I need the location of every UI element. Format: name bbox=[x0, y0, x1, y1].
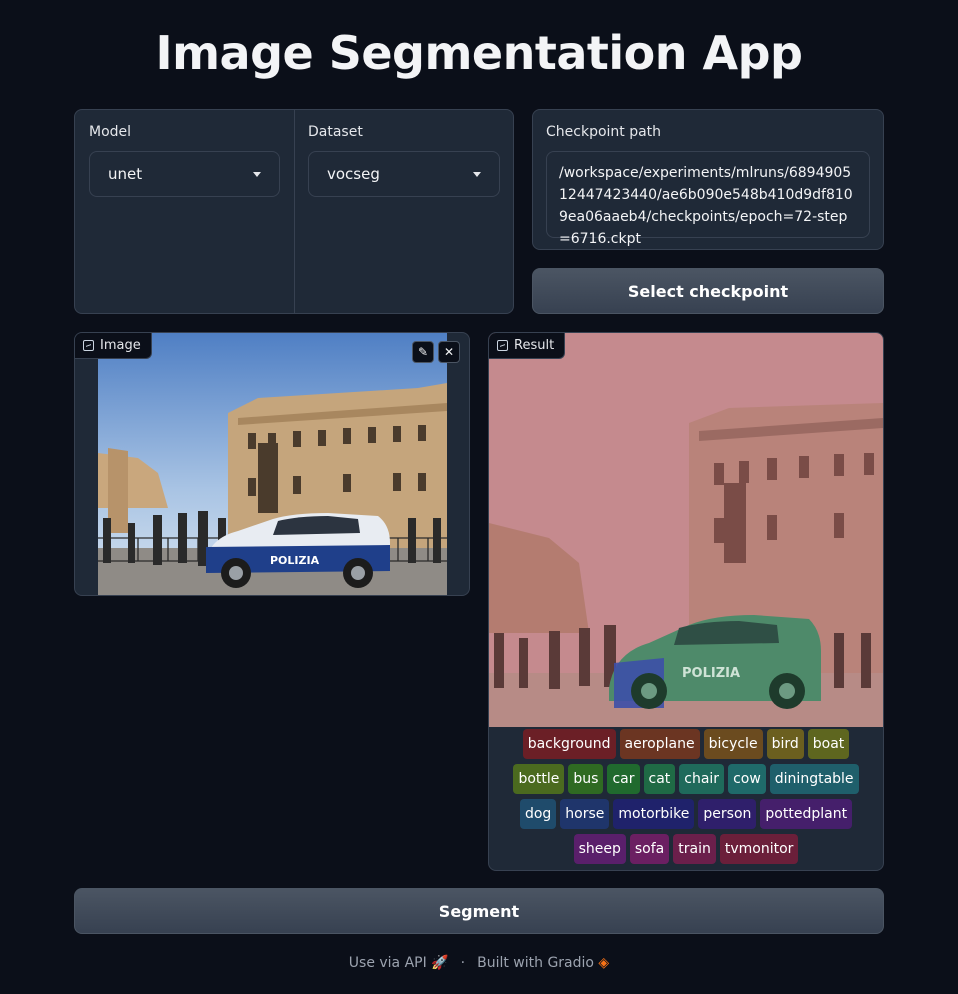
class-chip-motorbike[interactable]: motorbike bbox=[613, 799, 695, 829]
class-chip-background[interactable]: background bbox=[522, 729, 616, 759]
svg-text:POLIZIA: POLIZIA bbox=[682, 666, 740, 681]
chevron-down-icon bbox=[253, 171, 261, 177]
class-chip-car[interactable]: car bbox=[607, 764, 640, 794]
page-title: Image Segmentation App bbox=[155, 26, 803, 80]
image-tag-label: Image bbox=[100, 338, 141, 353]
dataset-label: Dataset bbox=[308, 124, 363, 140]
class-chip-bottle[interactable]: bottle bbox=[513, 764, 565, 794]
class-chip-boat[interactable]: boat bbox=[807, 729, 850, 759]
pencil-icon[interactable]: ✎ bbox=[412, 341, 434, 363]
class-chip-cat[interactable]: cat bbox=[643, 764, 676, 794]
chevron-down-icon bbox=[473, 171, 481, 177]
class-chip-aeroplane[interactable]: aeroplane bbox=[619, 729, 700, 759]
class-chip-dog[interactable]: dog bbox=[519, 799, 557, 829]
panel-divider bbox=[294, 110, 295, 313]
result-tag: Result bbox=[489, 333, 566, 359]
svg-text:POLIZIA: POLIZIA bbox=[270, 554, 320, 567]
class-chip-sofa[interactable]: sofa bbox=[629, 834, 670, 864]
rocket-icon: 🚀 bbox=[431, 955, 449, 971]
class-chip-bus[interactable]: bus bbox=[568, 764, 604, 794]
result-panel: POLIZIA Result background aeroplane bicycl… bbox=[488, 332, 884, 871]
footer: Use via API 🚀 · Built with Gradio ◈ bbox=[0, 955, 958, 971]
input-image: POLIZIA bbox=[98, 333, 447, 595]
segmentation-result-image: POLIZIA bbox=[489, 333, 883, 727]
image-icon bbox=[497, 340, 508, 351]
class-chip-chair[interactable]: chair bbox=[679, 764, 725, 794]
model-value: unet bbox=[108, 165, 143, 183]
gradio-logo-icon: ◈ bbox=[598, 955, 610, 971]
built-with-gradio-link[interactable]: Built with Gradio ◈ bbox=[477, 955, 609, 971]
image-input-panel: POLIZIA Image ✎ ✕ bbox=[74, 332, 470, 596]
checkpoint-panel: Checkpoint path /workspace/experiments/m… bbox=[532, 109, 884, 250]
checkpoint-label: Checkpoint path bbox=[546, 124, 662, 140]
segment-button[interactable]: Segment bbox=[74, 888, 884, 934]
class-chip-tvmonitor[interactable]: tvmonitor bbox=[719, 834, 799, 864]
class-chip-bird[interactable]: bird bbox=[766, 729, 804, 759]
model-dropdown[interactable]: unet bbox=[89, 151, 280, 197]
class-legend: background aeroplane bicycle bird boat bottle… bbox=[507, 729, 865, 864]
class-chip-pottedplant[interactable]: pottedplant bbox=[760, 799, 853, 829]
model-dataset-panel: Model unet Dataset vocseg bbox=[74, 109, 514, 314]
model-label: Model bbox=[89, 124, 132, 140]
class-chip-horse[interactable]: horse bbox=[560, 799, 610, 829]
class-chip-cow[interactable]: cow bbox=[728, 764, 766, 794]
class-chip-sheep[interactable]: sheep bbox=[573, 834, 626, 864]
footer-separator: · bbox=[460, 955, 466, 971]
dataset-dropdown[interactable]: vocseg bbox=[308, 151, 500, 197]
class-chip-diningtable[interactable]: diningtable bbox=[769, 764, 859, 794]
use-via-api-link[interactable]: Use via API 🚀 bbox=[349, 955, 449, 971]
dataset-value: vocseg bbox=[327, 165, 380, 183]
result-tag-label: Result bbox=[514, 338, 555, 353]
class-chip-bicycle[interactable]: bicycle bbox=[703, 729, 763, 759]
image-tag: Image bbox=[75, 333, 152, 359]
class-chip-person[interactable]: person bbox=[698, 799, 757, 829]
checkpoint-path-field[interactable]: /workspace/experiments/mlruns/6894905124… bbox=[546, 151, 870, 247]
class-chip-train[interactable]: train bbox=[673, 834, 716, 864]
close-icon[interactable]: ✕ bbox=[438, 341, 460, 363]
image-icon bbox=[83, 340, 94, 351]
select-checkpoint-button[interactable]: Select checkpoint bbox=[532, 268, 884, 314]
